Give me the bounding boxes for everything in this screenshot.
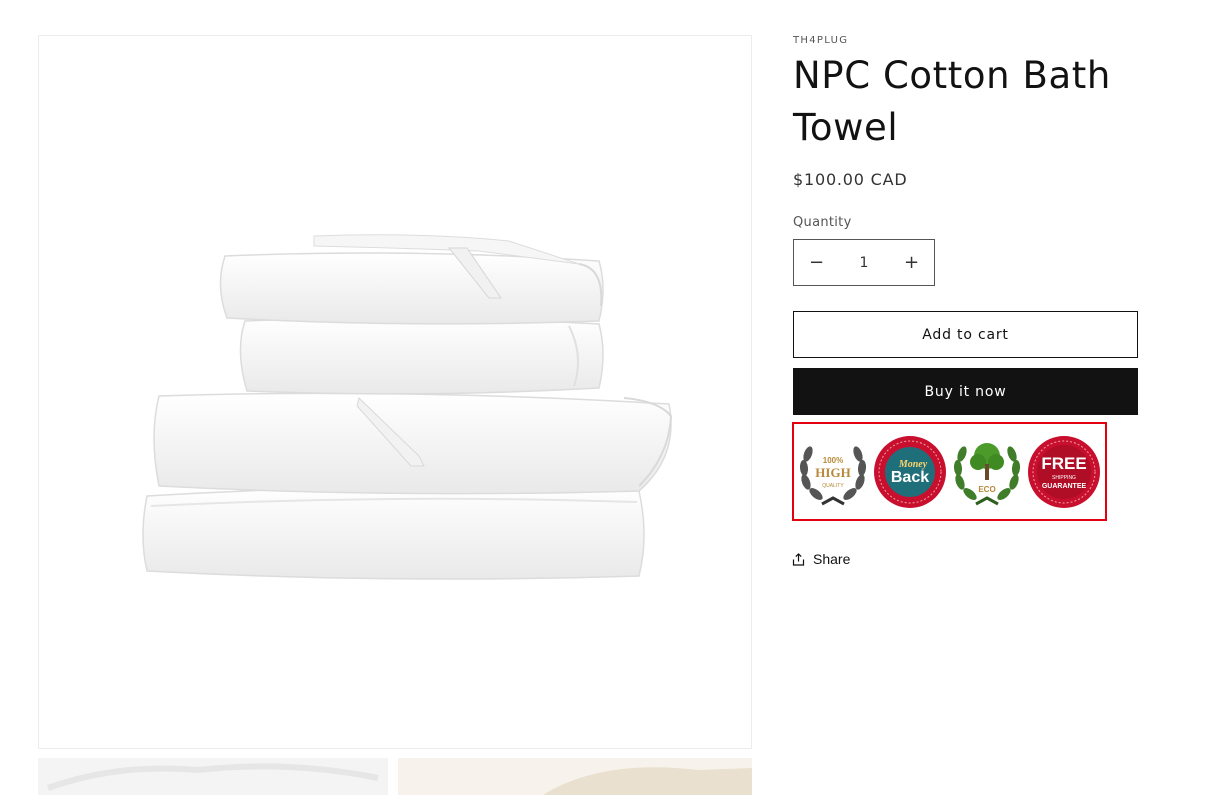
quantity-stepper: − 1 + (793, 239, 935, 286)
badge-1-line2: HIGH (815, 465, 850, 480)
vendor-name: TH4PLUG (793, 35, 849, 46)
badge-4-line1: FREE (1041, 454, 1086, 473)
product-title: NPC Cotton Bath Towel (793, 54, 1111, 149)
share-button[interactable]: Share (792, 551, 850, 567)
quantity-input[interactable]: 1 (839, 240, 889, 285)
eco-tree-laurel-badge: ECO (950, 434, 1024, 510)
product-main-image[interactable] (38, 35, 752, 749)
share-icon (792, 552, 805, 566)
money-back-seal-badge: Money Back (873, 434, 947, 510)
share-label: Share (813, 551, 851, 567)
trust-badges: 100% HIGH QUALITY Money Back ECO FREE SH… (792, 422, 1107, 521)
badge-3-line1: ECO (978, 485, 995, 494)
badge-2-line2: Back (891, 469, 929, 486)
thumbnail-1[interactable] (38, 758, 388, 795)
buy-now-button[interactable]: Buy it now (793, 368, 1138, 415)
plus-icon: + (903, 252, 920, 273)
product-thumbnails (38, 758, 752, 795)
free-shipping-seal-badge: FREE SHIPPING GUARANTEE (1027, 434, 1101, 510)
quantity-label: Quantity (793, 215, 852, 230)
high-quality-laurel-badge: 100% HIGH QUALITY (796, 434, 870, 510)
quantity-decrease-button[interactable]: − (794, 240, 839, 285)
badge-1-line3: QUALITY (822, 483, 844, 489)
thumbnail-2[interactable] (398, 758, 752, 795)
minus-icon: − (808, 252, 825, 273)
product-price: $100.00 CAD (793, 170, 908, 189)
quantity-increase-button[interactable]: + (889, 240, 934, 285)
towel-stack-image (142, 234, 673, 580)
add-to-cart-button[interactable]: Add to cart (793, 311, 1138, 358)
badge-4-line3: GUARANTEE (1042, 483, 1087, 490)
badge-1-line1: 100% (823, 456, 843, 465)
badge-4-line2: SHIPPING (1052, 475, 1076, 481)
